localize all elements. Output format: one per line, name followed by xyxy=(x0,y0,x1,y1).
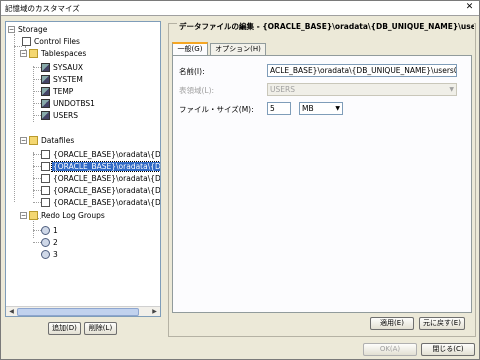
close-button[interactable]: 閉じる(C) xyxy=(421,343,475,356)
size-unit-value: MB xyxy=(302,104,314,113)
redo-log-icon xyxy=(41,250,50,259)
title-bar: 記憶域のカスタマイズ ✕ xyxy=(1,1,479,16)
tablespace-icon xyxy=(41,111,50,120)
folder-icon xyxy=(29,136,38,145)
tree-node-tablespace[interactable]: UNDOTBS1 xyxy=(41,98,96,109)
tree-node-datafile[interactable]: {ORACLE_BASE}\oradata\{DB_U xyxy=(41,185,160,196)
tab-general[interactable]: 一般(G) xyxy=(172,42,208,56)
window-title: 記憶域のカスタマイズ xyxy=(5,4,80,13)
tree-node-storage[interactable]: − Storage xyxy=(8,24,48,35)
tree-node-label: Control Files xyxy=(34,37,80,46)
tree-node-label: SYSAUX xyxy=(53,63,83,72)
tree-node-label: {ORACLE_BASE}\oradata\{DB_U xyxy=(50,161,160,172)
collapse-icon[interactable]: − xyxy=(20,137,27,144)
tree-node-datafiles[interactable]: − Datafiles xyxy=(20,135,75,146)
scroll-right-icon[interactable]: ▶ xyxy=(150,308,159,316)
collapse-icon[interactable]: − xyxy=(8,26,15,33)
tree-node-label: Datafiles xyxy=(41,136,75,145)
file-icon xyxy=(41,198,50,207)
tablespace-label: 表領域(L): xyxy=(179,86,215,95)
tree-node-tablespaces[interactable]: − Tablespaces xyxy=(20,48,87,59)
file-size-label: ファイル・サイズ(M): xyxy=(179,105,254,114)
redo-log-icon xyxy=(41,226,50,235)
tree-node-label: 1 xyxy=(53,226,58,235)
tree-node-datafile[interactable]: {ORACLE_BASE}\oradata\{DB_U xyxy=(41,149,160,160)
tree-node-datafile-selected[interactable]: {ORACLE_BASE}\oradata\{DB_U xyxy=(41,161,160,172)
revert-button[interactable]: 元に戻す(E) xyxy=(419,317,465,330)
chevron-down-icon: ▼ xyxy=(449,86,454,93)
tree-node-tablespace[interactable]: USERS xyxy=(41,110,79,121)
scroll-left-icon[interactable]: ◀ xyxy=(7,308,16,316)
ok-button: OK(A) xyxy=(363,343,417,356)
file-icon xyxy=(41,186,50,195)
tablespace-icon xyxy=(41,63,50,72)
name-label: 名前(I): xyxy=(179,67,205,76)
storage-tree: − Storage Control Files − Tablespaces SY… xyxy=(6,22,160,306)
name-field[interactable]: ACLE_BASE}\oradata\{DB_UNIQUE_NAME}\user… xyxy=(267,64,457,77)
tree-node-label: {ORACLE_BASE}\oradata\{DB_U xyxy=(53,150,160,159)
file-icon xyxy=(41,174,50,183)
tablespace-icon xyxy=(41,87,50,96)
tree-node-label: Storage xyxy=(18,25,48,34)
tree-node-tablespace[interactable]: SYSTEM xyxy=(41,74,84,85)
storage-tree-panel: − Storage Control Files − Tablespaces SY… xyxy=(5,21,161,317)
tablespace-select: USERS ▼ xyxy=(267,83,457,96)
tablespace-icon xyxy=(41,99,50,108)
tablespace-icon xyxy=(41,75,50,84)
horizontal-scrollbar[interactable]: ◀ ▶ xyxy=(6,306,160,316)
tree-node-label: {ORACLE_BASE}\oradata\{DB_U xyxy=(53,198,160,207)
tablespace-select-value: USERS xyxy=(270,85,295,94)
tree-node-tablespace[interactable]: TEMP xyxy=(41,86,74,97)
editor-title: データファイルの編集 - {ORACLE_BASE}\oradata\{DB_U… xyxy=(177,21,474,32)
redo-log-icon xyxy=(41,238,50,247)
scrollbar-thumb[interactable] xyxy=(17,308,139,316)
file-size-field[interactable]: 5 xyxy=(267,102,291,115)
customize-storage-dialog: 記憶域のカスタマイズ ✕ − Storage Control Files − T… xyxy=(0,0,480,360)
tree-node-label: UNDOTBS1 xyxy=(53,99,95,108)
file-icon xyxy=(41,150,50,159)
tree-node-control-files[interactable]: Control Files xyxy=(22,36,81,47)
tree-node-redo-group[interactable]: 1 xyxy=(41,225,59,236)
close-icon[interactable]: ✕ xyxy=(464,2,475,13)
tree-node-datafile[interactable]: {ORACLE_BASE}\oradata\{DB_U xyxy=(41,197,160,208)
tab-options[interactable]: オプション(H) xyxy=(210,43,266,55)
tree-node-label: Tablespaces xyxy=(41,49,87,58)
tree-node-label: 3 xyxy=(53,250,58,259)
tree-node-label: Redo Log Groups xyxy=(41,211,105,220)
folder-icon xyxy=(29,211,38,220)
remove-button[interactable]: 削除(L) xyxy=(84,322,117,335)
tree-node-label: SYSTEM xyxy=(53,75,83,84)
tree-node-label: TEMP xyxy=(53,87,74,96)
tree-node-redo-group[interactable]: 3 xyxy=(41,249,59,260)
tree-node-tablespace[interactable]: SYSAUX xyxy=(41,62,84,73)
general-tab-panel: 名前(I): ACLE_BASE}\oradata\{DB_UNIQUE_NAM… xyxy=(172,55,472,313)
file-icon xyxy=(41,162,50,171)
collapse-icon[interactable]: − xyxy=(20,212,27,219)
tree-node-label: {ORACLE_BASE}\oradata\{DB_U xyxy=(53,174,160,183)
folder-icon xyxy=(29,49,38,58)
apply-button[interactable]: 適用(E) xyxy=(370,317,414,330)
tree-node-datafile[interactable]: {ORACLE_BASE}\oradata\{DB_U xyxy=(41,173,160,184)
file-icon xyxy=(22,37,31,46)
collapse-icon[interactable]: − xyxy=(20,50,27,57)
tree-node-label: 2 xyxy=(53,238,58,247)
tree-node-label: {ORACLE_BASE}\oradata\{DB_U xyxy=(53,186,160,195)
chevron-down-icon[interactable]: ▼ xyxy=(335,103,340,114)
tree-node-redo-log-groups[interactable]: − Redo Log Groups xyxy=(20,210,106,221)
tree-node-redo-group[interactable]: 2 xyxy=(41,237,59,248)
size-unit-select[interactable]: MB ▼ xyxy=(299,102,343,115)
add-button[interactable]: 追加(D) xyxy=(48,322,81,335)
tree-node-label: USERS xyxy=(53,111,78,120)
